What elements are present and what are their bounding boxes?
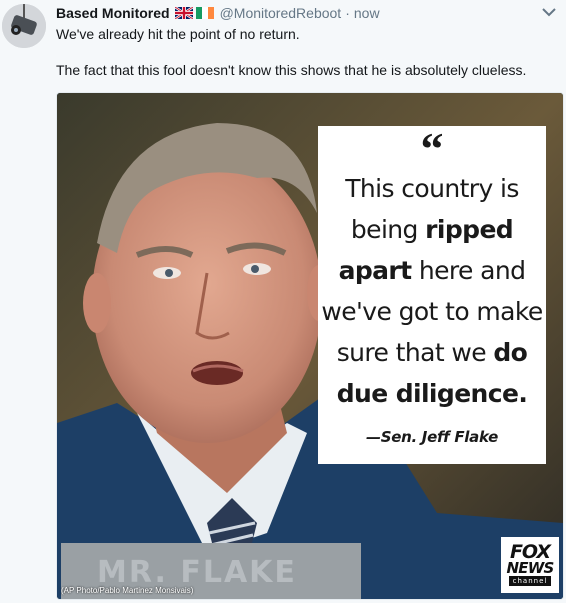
quote-emphasis: due diligence. [336,379,528,408]
cctv-camera-icon [2,4,46,48]
quote-line: we've got to make [318,291,546,332]
quote-line: due diligence. [318,373,546,414]
photo-credit: (AP Photo/Pablo Martinez Monsivais) [61,586,194,595]
quote-segment: This country is [345,174,519,203]
quote-segment: sure that we [336,338,494,367]
quote-line: sure that we do [318,332,546,373]
quote-emphasis: do [493,338,528,367]
fox-news-logo: FOX NEWS channel [501,537,559,593]
ireland-flag-icon [195,7,214,19]
separator-dot: · [345,5,350,21]
author-name[interactable]: Based Monitored [56,5,170,21]
quote-line: This country is [318,168,546,209]
tweet-header: Based Monitored @MonitoredReboot · now [56,4,380,22]
tweet-text: We've already hit the point of no return… [56,25,556,79]
quote-attribution: —Sen. Jeff Flake [366,428,498,446]
quote-segment: being [350,215,426,244]
author-handle[interactable]: @MonitoredReboot [220,5,342,21]
tweet-text-line: The fact that this fool doesn't know thi… [56,62,527,78]
tweet-image[interactable]: MR. FLAKE “ This country is being ripped a… [56,92,564,600]
chevron-down-icon[interactable] [540,3,558,21]
quote-text: This country is being ripped apart here an… [318,168,546,414]
uk-flag-icon [174,7,193,19]
quote-line: being ripped [318,209,546,250]
avatar[interactable] [2,4,46,48]
quote-emphasis: ripped [425,215,514,244]
quote-segment: here and [411,256,526,285]
quote-mark: “ [420,123,444,174]
tweet-text-line: We've already hit the point of no return… [56,26,300,42]
quote-card: “ This country is being ripped apart here … [318,126,546,464]
quote-segment: we've got to make [321,297,543,326]
logo-line: channel [508,576,552,586]
quote-line: apart here and [318,250,546,291]
timestamp[interactable]: now [354,5,380,21]
nameplate: MR. FLAKE [97,555,297,590]
logo-line: NEWS [506,559,555,577]
flag-emojis [174,7,214,19]
quote-emphasis: apart [338,256,413,285]
